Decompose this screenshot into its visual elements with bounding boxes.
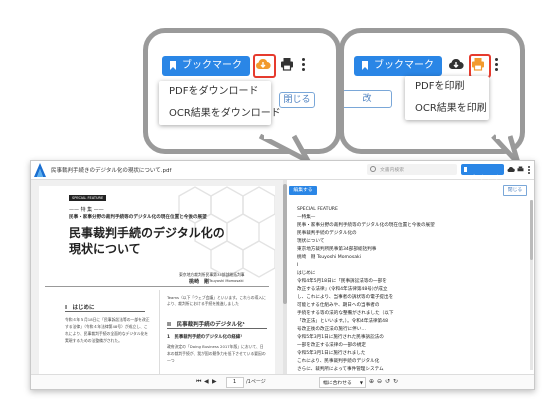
prev-page-icon[interactable]: ◀	[204, 378, 209, 385]
download-menu: PDFをダウンロード OCR結果をダウンロード	[159, 81, 281, 125]
zoom-in-icon[interactable]: ⊕	[369, 378, 374, 385]
article-title-line2: 現状について	[69, 242, 141, 256]
viewer-toolbar: 民事裁判手続きのデジタル化の現状について.pdf 文書内検索 ブックマーク	[31, 161, 534, 181]
menu-item-download-pdf[interactable]: PDFをダウンロード	[159, 81, 271, 103]
ocr-line: 手続をする等の法的な整備がされました（以下	[297, 311, 394, 316]
cloud-download-icon[interactable]	[448, 57, 464, 71]
rotate-right-icon[interactable]: ↻	[393, 378, 398, 385]
ocr-line: —特集—	[297, 215, 316, 220]
ocr-line: 令和5年3月1日に施行された民事訴訟法の	[297, 335, 384, 340]
ocr-line: 民事・家事分野の裁判手続等のデジタル化の現在位置と今後の展望	[297, 223, 435, 228]
pdf-page: SPECIAL FEATURE —— 特 集 —— 民事・家事分野の裁判手続等の…	[39, 186, 275, 374]
next-page-icon[interactable]: ▶	[212, 378, 217, 385]
ocr-line: 改正する法律」(令和4年法律第48号)が成立	[297, 287, 388, 292]
first-page-icon[interactable]: ⏮	[196, 378, 201, 386]
search-input[interactable]: 文書内検索	[367, 164, 457, 175]
chevron-down-icon: ▼	[359, 380, 363, 385]
print-menu: PDFを印刷 OCR結果を印刷	[405, 76, 489, 120]
ocr-scrollbar[interactable]	[530, 200, 533, 370]
ocr-line: 令和4年5月18日に「民事訴訟法等の一部を	[297, 279, 387, 284]
author-name: 桃崎 剛	[189, 279, 210, 285]
article-subtitle: 民事・家事分野の裁判手続等のデジタル化の現在位置と今後の展望	[69, 215, 207, 220]
document-title: 民事裁判手続きのデジタル化の現状について.pdf	[51, 168, 172, 174]
body-text-left: 令和４年５月18日に「民事訴訟法等の一部を改正する法律」（令和４年法律第48号）…	[65, 317, 150, 343]
feature-label: SPECIAL FEATURE	[69, 195, 107, 201]
ocr-line: 号改正後の改正法の施行に伴い…	[297, 327, 366, 332]
zoom-select[interactable]: 幅に合わせる ▼	[319, 377, 366, 388]
ocr-line: 桃崎 剛 Tsuyoshi Momosaki	[297, 255, 361, 260]
cloud-download-icon[interactable]	[507, 166, 515, 173]
section2-heading: II 民事裁判手続のデジタル化¹	[167, 322, 245, 328]
body-text-mid: Teams（以下「ウェブ会議」といいます。これらの導入により、裁判所における手続…	[167, 295, 266, 306]
ocr-line: I	[297, 263, 299, 268]
ocr-line: はじめに	[297, 271, 316, 276]
close-button[interactable]: 閉じる	[279, 92, 315, 108]
ocr-line: 東京地方裁判所民事第34部部総括判事	[297, 247, 377, 252]
bookmark-label: ブックマーク	[374, 60, 434, 71]
title-divider	[45, 286, 269, 287]
more-vertical-icon[interactable]	[302, 58, 305, 73]
feature-label-text: SPECIAL FEATURE	[72, 196, 104, 200]
ocr-line: 民事裁判手続のデジタル化の	[297, 231, 357, 236]
section1-underline	[65, 311, 145, 312]
edit-button[interactable]: 編集する	[289, 186, 317, 195]
ocr-line: 可能とする仕組みや、期日への当事者の	[297, 303, 380, 308]
zoom-select-value: 幅に合わせる	[323, 381, 352, 386]
pdf-page-pane[interactable]: SPECIAL FEATURE —— 特 集 —— 民事・家事分野の裁判手続等の…	[31, 180, 283, 374]
ocr-line: 「改正法」といいます。）。令和4年法律第48	[297, 319, 388, 324]
ocr-line: 一部を改正する法律の一部の規定	[297, 343, 366, 348]
page-navigation-bar: ⏮ ◀ ▶ 1 /1ページ 幅に合わせる ▼ ⊕ ⊖ ↺ ↻	[31, 374, 534, 389]
bookmark-label: ブックマーク	[182, 60, 242, 71]
app-logo-icon	[34, 163, 46, 177]
page-number-value: 1	[233, 379, 237, 385]
ocr-scrollbar-thumb[interactable]	[530, 200, 533, 260]
ocr-line: し、これにより、当事者の訴状等の電子提出を	[297, 295, 394, 300]
page-number-input[interactable]: 1	[226, 377, 244, 388]
search-placeholder: 文書内検索	[380, 168, 404, 173]
pdf-viewer-window: 民事裁判手続きのデジタル化の現状について.pdf 文書内検索 ブックマーク SP…	[30, 160, 535, 390]
bookmark-button-right[interactable]: ブックマーク	[354, 56, 442, 76]
ocr-line: 現状について	[297, 239, 325, 244]
section2-underline	[167, 328, 267, 329]
ocr-line: さらに、裁判所によって事件管理システム	[297, 367, 384, 372]
column-divider	[159, 290, 160, 374]
printer-icon[interactable]	[471, 57, 485, 71]
partial-button[interactable]: 改	[344, 90, 392, 108]
author-romaji: Tsuyoshi Momosaki	[209, 279, 244, 283]
more-vertical-icon[interactable]	[495, 58, 498, 73]
ocr-text-pane[interactable]: 編集する 閉じる SPECIAL FEATURE —特集— 民事・家事分野の裁判…	[287, 180, 534, 374]
bookmark-button[interactable]: ブックマーク	[461, 164, 505, 181]
ocr-line: これにより、民事裁判手続のデジタル化	[297, 359, 380, 364]
page-total: /1ページ	[246, 379, 266, 385]
ocr-line: SPECIAL FEATURE	[297, 207, 338, 212]
menu-item-print-ocr[interactable]: OCR結果を印刷	[405, 98, 489, 120]
more-vertical-icon[interactable]	[528, 166, 530, 175]
rotate-left-icon[interactable]: ↺	[385, 378, 390, 385]
bookmark-icon	[170, 61, 176, 70]
menu-item-print-pdf[interactable]: PDFを印刷	[405, 76, 489, 98]
section1-heading: I はじめに	[65, 305, 95, 311]
menu-item-download-ocr[interactable]: OCR結果をダウンロード	[159, 103, 281, 125]
article-title-line1: 民事裁判手続のデジタル化の	[69, 226, 225, 240]
bookmark-icon	[362, 61, 368, 70]
section2-subheading: 1 民事裁判手続のデジタル化の経緯¹	[167, 335, 243, 340]
zoom-out-icon[interactable]: ⊖	[377, 378, 382, 385]
printer-icon[interactable]	[517, 166, 524, 173]
ocr-line: 令和5年3月1日に施行されました	[297, 351, 366, 356]
close-button[interactable]: 閉じる	[503, 185, 527, 196]
special-heading: —— 特 集 ——	[69, 207, 104, 213]
body-text-right: 政府決定の「Doing Business 2017年版」において、日本の裁判手続…	[167, 344, 266, 363]
cloud-download-icon[interactable]	[255, 57, 271, 71]
bookmark-button[interactable]: ブックマーク	[162, 56, 250, 76]
search-icon	[370, 166, 376, 172]
printer-icon[interactable]	[280, 57, 294, 71]
bookmark-icon	[464, 167, 467, 172]
